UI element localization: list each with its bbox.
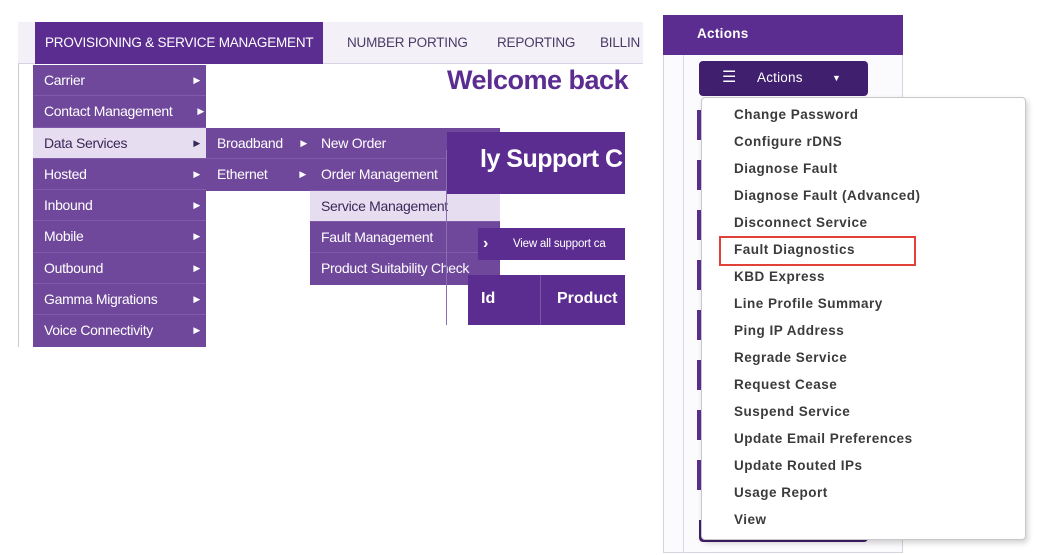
column-header-product: Product [557, 290, 618, 307]
dropdown-item-kbd-express[interactable]: KBD Express [734, 269, 825, 291]
menu-item-voice-connectivity[interactable]: Voice Connectivity ▶ [33, 315, 206, 346]
dropdown-item-diagnose-fault-advanced[interactable]: Diagnose Fault (Advanced) [734, 188, 921, 210]
broadband-item-fault-management[interactable]: Fault Management [310, 222, 500, 254]
dropdown-item-disconnect-service[interactable]: Disconnect Service [734, 215, 868, 237]
menu-item-contact-management[interactable]: Contact Management ▶ [33, 96, 206, 128]
tab-reporting[interactable]: REPORTING [497, 22, 575, 64]
dropdown-item-update-routed-ips[interactable]: Update Routed IPs [734, 458, 863, 480]
hamburger-icon: ☰ [722, 69, 737, 86]
arrow-right-icon: ▶ [300, 138, 307, 148]
dropdown-item-view[interactable]: View [734, 512, 767, 534]
view-all-support-link[interactable]: View all support ca [513, 229, 606, 259]
arrow-right-icon: ▶ [193, 325, 200, 336]
dropdown-item-line-profile-summary[interactable]: Line Profile Summary [734, 296, 883, 318]
tab-number-porting[interactable]: NUMBER PORTING [347, 22, 468, 64]
menu-item-hosted[interactable]: Hosted ▶ [33, 159, 206, 191]
arrow-right-icon: ▶ [193, 231, 200, 242]
chevron-right-icon: › [483, 235, 489, 252]
main-menu: Carrier ▶ Contact Management ▶ Data Servic… [33, 65, 206, 347]
arrow-right-icon: ▶ [197, 106, 204, 117]
dropdown-item-regrade-service[interactable]: Regrade Service [734, 350, 847, 372]
arrow-right-icon: ▶ [193, 75, 200, 85]
menu-item-inbound[interactable]: Inbound ▶ [33, 190, 206, 222]
arrow-right-icon: ▶ [193, 262, 200, 273]
welcome-heading: Welcome back [447, 65, 629, 95]
dropdown-item-diagnose-fault[interactable]: Diagnose Fault [734, 161, 838, 183]
top-navigation: PROVISIONING & SERVICE MANAGEMENT NUMBER… [18, 22, 643, 64]
menu-item-data-services[interactable]: Data Services ▶ [33, 127, 206, 159]
arrow-right-icon: ▶ [193, 294, 200, 305]
dropdown-item-request-cease[interactable]: Request Cease [734, 377, 837, 399]
menu-item-gamma-migrations[interactable]: Gamma Migrations ▶ [33, 284, 206, 316]
panel-border [18, 22, 19, 347]
highlight-box [719, 236, 916, 266]
support-title: ly Support C [480, 145, 623, 173]
tab-billing[interactable]: BILLIN [600, 22, 640, 64]
dropdown-item-update-email-preferences[interactable]: Update Email Preferences [734, 431, 913, 453]
column-separator [540, 275, 541, 325]
actions-button-label: Actions [757, 70, 803, 85]
broadband-item-service-management[interactable]: Service Management [310, 190, 500, 222]
arrow-right-icon: ▶ [193, 168, 200, 179]
dropdown-item-change-password[interactable]: Change Password [734, 107, 859, 129]
menu-item-outbound[interactable]: Outbound ▶ [33, 253, 206, 285]
arrow-right-icon: ▶ [193, 137, 200, 148]
arrow-right-icon: ▶ [299, 169, 306, 180]
dropdown-item-suspend-service[interactable]: Suspend Service [734, 404, 850, 426]
panel-column-line [683, 55, 684, 553]
menu-item-carrier[interactable]: Carrier ▶ [33, 65, 206, 97]
dropdown-item-ping-ip-address[interactable]: Ping IP Address [734, 323, 844, 345]
tab-provisioning[interactable]: PROVISIONING & SERVICE MANAGEMENT [35, 22, 324, 64]
dropdown-item-usage-report[interactable]: Usage Report [734, 485, 828, 507]
arrow-right-icon: ▶ [193, 200, 200, 211]
data-services-submenu: Broadband ▶ Ethernet ▶ [206, 128, 310, 191]
submenu-item-ethernet[interactable]: Ethernet ▶ [206, 159, 310, 190]
submenu-item-broadband[interactable]: Broadband ▶ [206, 128, 310, 160]
actions-panel-title: Actions [697, 26, 749, 41]
dropdown-item-configure-rdns[interactable]: Configure rDNS [734, 134, 842, 156]
column-header-id: Id [481, 290, 496, 307]
caret-down-icon: ▼ [832, 73, 841, 83]
menu-item-mobile[interactable]: Mobile ▶ [33, 221, 206, 253]
